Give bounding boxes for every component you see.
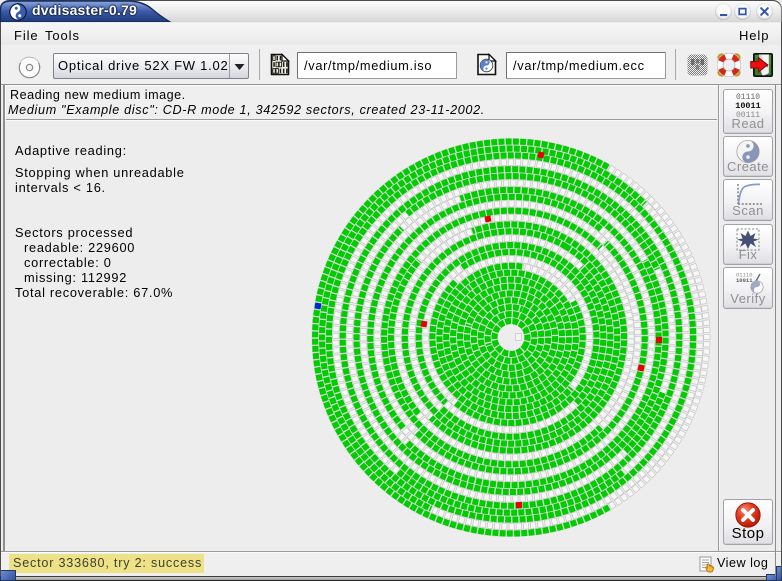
svg-text:10011: 10011 bbox=[736, 277, 753, 284]
svg-text:10011: 10011 bbox=[735, 101, 761, 111]
